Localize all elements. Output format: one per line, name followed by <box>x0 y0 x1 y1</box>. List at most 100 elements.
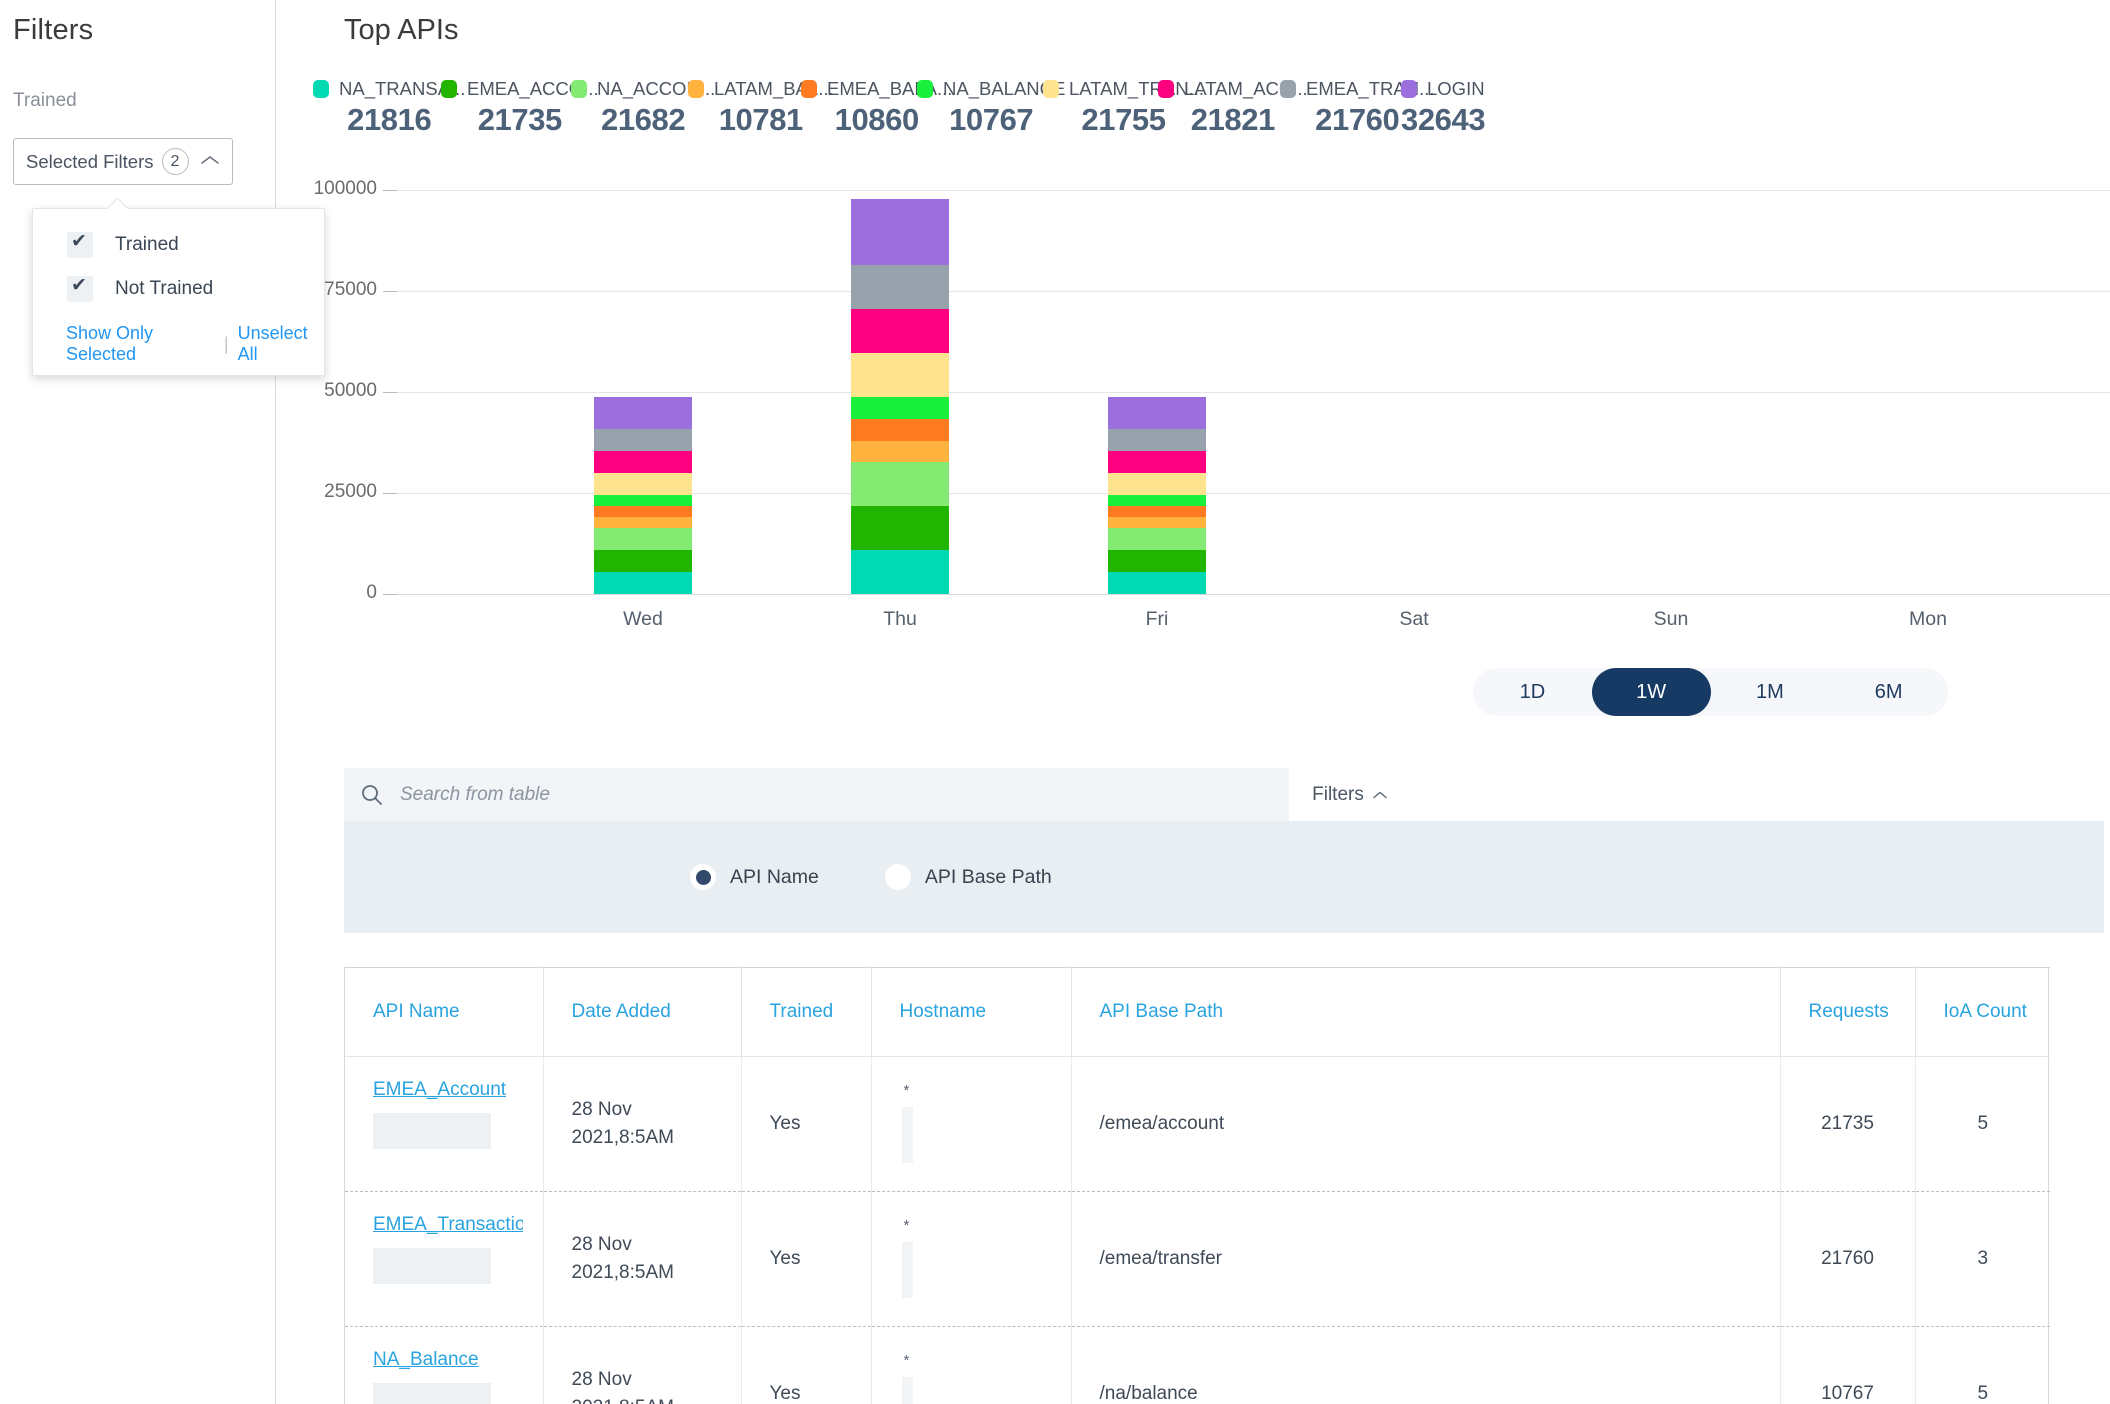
range-button-1m[interactable]: 1M <box>1711 668 1830 716</box>
search-input[interactable] <box>398 782 1098 807</box>
x-axis-tick-label: Sat <box>1399 608 1429 630</box>
range-button-1w[interactable]: 1W <box>1591 668 1711 716</box>
radio-selected-icon[interactable] <box>690 864 716 890</box>
stacked-bar-chart: 100000 75000 50000 25000 0 Wed Thu Fri Sat Sun Mon <box>277 170 2110 630</box>
chart-bar-segment[interactable] <box>851 308 949 353</box>
chart-bar-segment[interactable] <box>1108 571 1206 594</box>
date-line-1: 28 Nov <box>571 1369 632 1391</box>
top-apis-heading: Top APIs <box>344 14 459 46</box>
legend-color-swatch <box>313 80 329 98</box>
column-header[interactable]: API Name <box>345 967 544 1057</box>
page-title: Filters <box>13 14 94 46</box>
chart-bar-segment[interactable] <box>594 571 692 594</box>
cell-ioa-count: 5 <box>1915 1326 2050 1404</box>
chart-bar-segment[interactable] <box>1108 396 1206 430</box>
chart-bar-segment[interactable] <box>851 198 949 265</box>
selected-filters-count-badge: 2 <box>161 148 189 175</box>
checkbox-checked-icon[interactable] <box>67 274 93 302</box>
chart-bar-segment[interactable] <box>1108 495 1206 507</box>
column-header[interactable]: Trained <box>741 967 872 1057</box>
x-axis-tick-label: Thu <box>883 608 917 630</box>
hostname-wildcard: * <box>903 1352 910 1369</box>
y-axis-tick-label: 50000 <box>324 380 377 401</box>
apis-table: API Name Date Added Trained Hostname API Bas… <box>345 967 2050 1404</box>
radio-unselected-icon[interactable] <box>884 864 911 890</box>
chart-gridline <box>395 190 2110 191</box>
range-button-6m[interactable]: 6M <box>1829 668 1948 716</box>
checkbox-checked-icon[interactable] <box>67 230 93 258</box>
cell-date-added: 28 Nov 2021,8:5AM <box>543 1191 742 1327</box>
legend-color-swatch <box>1280 80 1296 98</box>
legend-color-swatch <box>1158 80 1174 98</box>
chart-bar-segment[interactable] <box>594 528 692 551</box>
radio-api-name[interactable]: API Name <box>690 864 819 890</box>
chart-bar[interactable] <box>1108 392 1206 594</box>
y-axis-tick-label: 100000 <box>313 178 377 199</box>
table-filter-panel: API Name API Base Path <box>344 821 2104 933</box>
chart-bar-segment[interactable] <box>1108 550 1206 572</box>
date-line-1: 28 Nov <box>571 1234 632 1256</box>
radio-label: API Name <box>730 865 819 888</box>
chart-bar-segment[interactable] <box>851 418 949 441</box>
radio-api-base-path[interactable]: API Base Path <box>884 864 1052 890</box>
column-header[interactable]: IoA Count <box>1915 967 2050 1057</box>
chart-bar-segment[interactable] <box>851 264 949 309</box>
cell-api-name: EMEA_Account <box>345 1056 544 1192</box>
cell-api-base-path: /emea/transfer <box>1071 1191 1781 1327</box>
cell-api-name: NA_Balance <box>345 1326 544 1404</box>
dashboard-root: Filters Trained Selected Filters 2 Train… <box>0 0 2110 1404</box>
filter-option-label: Not Trained <box>115 278 214 299</box>
chart-bar-segment[interactable] <box>1108 473 1206 496</box>
chart-bar-segment[interactable] <box>851 440 949 463</box>
chart-bar-segment[interactable] <box>1108 451 1206 474</box>
x-axis-tick-label: Mon <box>1909 608 1947 630</box>
api-name-link[interactable]: NA_Balance <box>373 1349 479 1371</box>
api-name-link[interactable]: EMEA_Account <box>373 1079 506 1101</box>
column-header[interactable]: API Base Path <box>1071 967 1781 1057</box>
chart-bar-segment[interactable] <box>594 550 692 572</box>
search-icon <box>360 783 384 807</box>
chart-bar[interactable] <box>594 392 692 594</box>
y-axis-tick-mark <box>383 190 397 191</box>
cell-trained: Yes <box>741 1191 872 1327</box>
y-axis-tick-mark <box>383 594 397 595</box>
chart-bar-segment[interactable] <box>594 495 692 507</box>
time-range-selector[interactable]: 1D 1W 1M 6M <box>1473 668 1948 716</box>
chart-bar-segment[interactable] <box>1108 528 1206 551</box>
table-row: EMEA_Transaction 28 Nov 2021,8:5AM Yes * /eme… <box>345 1191 2050 1327</box>
chart-bar-segment[interactable] <box>1108 429 1206 452</box>
legend-item[interactable]: LOGIN 32643 <box>1401 78 1486 138</box>
api-name-link[interactable]: EMEA_Transaction <box>373 1214 523 1236</box>
legend-color-swatch <box>917 80 933 98</box>
column-header[interactable]: Requests <box>1780 967 1916 1057</box>
chart-bar[interactable] <box>851 191 949 594</box>
chart-bar-segment[interactable] <box>594 451 692 474</box>
chart-bar-segment[interactable] <box>594 506 692 518</box>
chart-bar-segment[interactable] <box>594 429 692 452</box>
cell-api-base-path: /na/balance <box>1071 1326 1781 1404</box>
search-box[interactable] <box>344 768 1289 821</box>
table-filters-toggle[interactable]: Filters <box>1289 768 1411 821</box>
chart-bar-segment[interactable] <box>851 549 949 594</box>
chart-bar-segment[interactable] <box>1108 506 1206 518</box>
chart-bar-segment[interactable] <box>851 506 949 550</box>
chart-bar-segment[interactable] <box>851 462 949 507</box>
search-field-radio-group: API Name API Base Path <box>690 864 1052 890</box>
table-row: NA_Balance 28 Nov 2021,8:5AM Yes * /na/balanc… <box>345 1326 2050 1404</box>
column-header[interactable]: Date Added <box>543 967 742 1057</box>
column-header[interactable]: Hostname <box>871 967 1072 1057</box>
legend-color-swatch <box>801 80 817 98</box>
api-name-placeholder <box>373 1113 491 1149</box>
legend-color-swatch <box>1401 80 1417 98</box>
chart-bar-segment[interactable] <box>594 473 692 496</box>
chart-bar-segment[interactable] <box>851 396 949 419</box>
chart-gridline <box>395 291 2110 292</box>
range-button-1d[interactable]: 1D <box>1473 668 1592 716</box>
chart-bar-segment[interactable] <box>1108 517 1206 529</box>
chart-bar-segment[interactable] <box>594 396 692 430</box>
show-only-selected-link[interactable]: Show Only Selected <box>66 323 215 365</box>
chart-bar-segment[interactable] <box>851 352 949 397</box>
table-header: API Name Date Added Trained Hostname API Bas… <box>345 967 2050 1057</box>
selected-filters-dropdown-button[interactable]: Selected Filters 2 <box>13 138 233 185</box>
chart-bar-segment[interactable] <box>594 517 692 529</box>
